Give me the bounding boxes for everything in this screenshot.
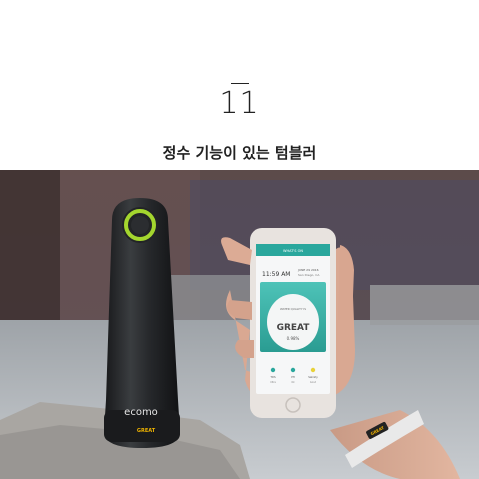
stat-value: Ultra — [270, 381, 276, 384]
app-date: JUNE 29 2016 — [297, 268, 319, 272]
section-number: 11 — [219, 86, 260, 121]
bottle-brand: ecomo — [124, 407, 158, 418]
tumbler-bottle: ecomo GREAT — [104, 198, 180, 448]
quality-status: GREAT — [277, 323, 311, 333]
stat-label: PH — [291, 375, 295, 379]
product-photo: ecomo GREAT WHAT'S ON 11:59 AM JUNE 29 2… — [0, 170, 479, 479]
app-time: 11:59 AM — [262, 271, 290, 278]
section-title: 정수 기능이 있는 텀블러 — [162, 144, 317, 162]
section-header: 11 정수 기능이 있는 텀블러 — [0, 0, 479, 170]
card-label: WATER QUALITY IS — [280, 307, 306, 311]
app-header: WHAT'S ON — [283, 249, 303, 253]
bottle-badge: GREAT — [137, 428, 156, 434]
stat-value: Good — [310, 381, 317, 384]
stat-label: Salinity — [308, 375, 318, 379]
quality-percent: 0.98% — [287, 336, 300, 341]
number-rule — [231, 83, 249, 84]
app-location: San Diego, CA — [298, 273, 320, 277]
stat-label: TDS — [270, 375, 276, 379]
